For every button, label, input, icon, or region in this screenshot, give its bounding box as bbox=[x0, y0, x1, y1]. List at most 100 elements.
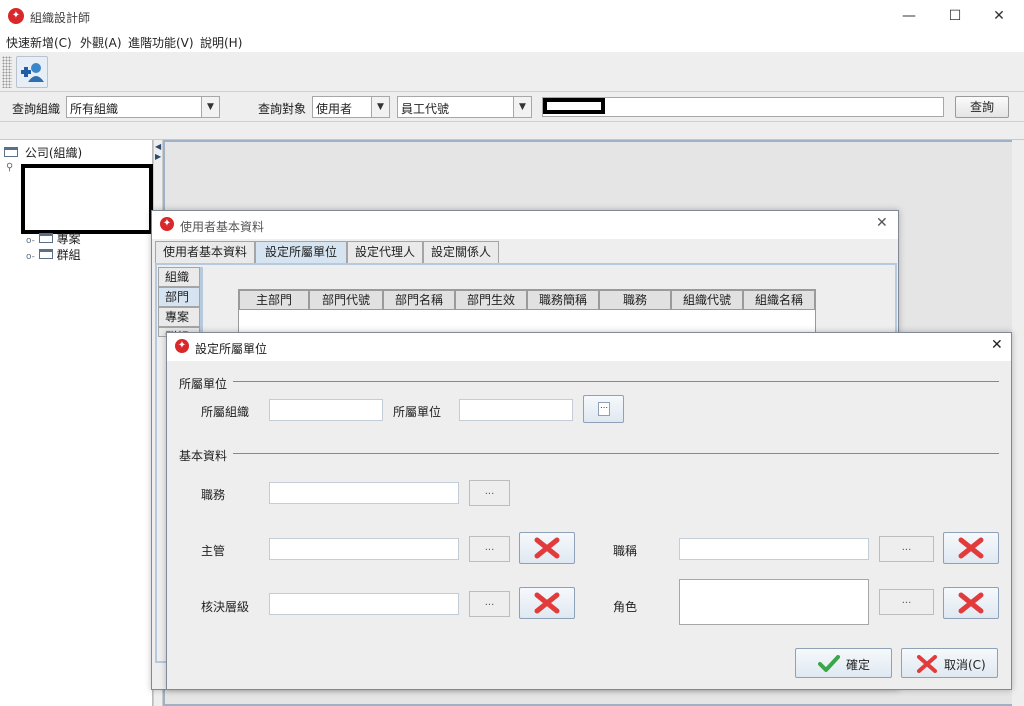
org-select[interactable]: 所有組織 ▼ bbox=[66, 96, 220, 118]
col-org-name[interactable]: 組織名稱 bbox=[743, 290, 815, 310]
target-select[interactable]: 使用者 ▼ bbox=[312, 96, 390, 118]
title-ellipsis-button[interactable]: ... bbox=[879, 536, 934, 562]
set-unit-dialog: ✦ 設定所屬單位 ✕ 所屬單位 所屬組織 所屬單位 ⋯ 基本資料 職務 ... … bbox=[166, 332, 1012, 690]
menu-appearance[interactable]: 外觀(A) bbox=[80, 34, 122, 51]
org-label: 所屬組織 bbox=[201, 405, 250, 419]
level-label: 核決層級 bbox=[201, 600, 250, 614]
chevron-down-icon: ▼ bbox=[513, 97, 531, 117]
col-position-short[interactable]: 職務簡稱 bbox=[527, 290, 599, 310]
col-position[interactable]: 職務 bbox=[599, 290, 671, 310]
app-logo-icon: ✦ bbox=[8, 8, 24, 24]
field-select-value: 員工代號 bbox=[401, 102, 450, 116]
menu-help[interactable]: 說明(H) bbox=[200, 34, 242, 51]
position-ellipsis-button[interactable]: ... bbox=[469, 480, 510, 506]
tree-item-label: 群組 bbox=[56, 248, 81, 262]
clear-title-button[interactable] bbox=[943, 532, 999, 564]
unit-field[interactable] bbox=[459, 399, 573, 421]
user-info-title: 使用者基本資料 bbox=[180, 220, 265, 234]
org-tree-panel: 公司(組織) ⚲ o- 專案 o- 群組 bbox=[0, 140, 153, 706]
close-icon[interactable]: ✕ bbox=[876, 215, 888, 231]
tree-item-project[interactable]: o- 專案 bbox=[26, 230, 81, 247]
tab-basic-info[interactable]: 使用者基本資料 bbox=[155, 241, 255, 263]
col-org-code[interactable]: 組織代號 bbox=[671, 290, 743, 310]
toolbar bbox=[0, 52, 1024, 92]
tree-root[interactable]: 公司(組織) bbox=[4, 144, 82, 161]
manager-field[interactable] bbox=[269, 538, 459, 560]
side-tab-org[interactable]: 組織 bbox=[158, 267, 200, 287]
collapse-left-icon[interactable]: ◀ bbox=[155, 142, 161, 151]
search-button[interactable]: 查詢 bbox=[955, 96, 1009, 118]
minimize-button[interactable]: — bbox=[886, 0, 932, 32]
section-divider bbox=[233, 381, 999, 382]
menu-quick-add[interactable]: 快速新增(C) bbox=[6, 34, 72, 51]
clear-x-icon bbox=[534, 537, 560, 559]
close-icon[interactable]: ✕ bbox=[991, 337, 1003, 353]
role-ellipsis-button[interactable]: ... bbox=[879, 589, 934, 615]
app-logo-icon: ✦ bbox=[160, 217, 174, 231]
redaction-box bbox=[543, 98, 605, 114]
section-basic-label: 基本資料 bbox=[179, 449, 228, 463]
cancel-button[interactable]: 取消(C) bbox=[901, 648, 998, 678]
tab-agent[interactable]: 設定代理人 bbox=[347, 241, 423, 263]
set-unit-title: 設定所屬單位 bbox=[195, 342, 268, 356]
cancel-button-label: 取消(C) bbox=[944, 658, 986, 672]
clear-x-icon bbox=[958, 537, 984, 559]
clear-level-button[interactable] bbox=[519, 587, 575, 619]
tree-expand-icon[interactable]: o- bbox=[26, 236, 35, 246]
role-label: 角色 bbox=[613, 600, 638, 614]
title-field[interactable] bbox=[679, 538, 869, 560]
side-tab-project[interactable]: 專案 bbox=[158, 307, 200, 327]
role-list[interactable] bbox=[679, 579, 869, 625]
ok-button[interactable]: 確定 bbox=[795, 648, 892, 678]
section-divider bbox=[233, 453, 999, 454]
level-field[interactable] bbox=[269, 593, 459, 615]
col-dept-effective[interactable]: 部門生效 bbox=[455, 290, 527, 310]
clear-manager-button[interactable] bbox=[519, 532, 575, 564]
clear-x-icon bbox=[958, 592, 984, 614]
field-select[interactable]: 員工代號 ▼ bbox=[397, 96, 532, 118]
chevron-down-icon: ▼ bbox=[371, 97, 389, 117]
tree-root-label: 公司(組織) bbox=[24, 146, 83, 160]
org-select-value: 所有組織 bbox=[70, 102, 119, 116]
tab-related-person[interactable]: 設定關係人 bbox=[423, 241, 499, 263]
redaction-box bbox=[21, 164, 153, 234]
expand-right-icon[interactable]: ▶ bbox=[155, 152, 161, 161]
manager-ellipsis-button[interactable]: ... bbox=[469, 536, 510, 562]
clear-x-icon bbox=[534, 592, 560, 614]
app-logo-icon: ✦ bbox=[175, 339, 189, 353]
manager-label: 主管 bbox=[201, 544, 226, 558]
folder-icon bbox=[38, 249, 53, 259]
folder-icon bbox=[4, 147, 18, 157]
ellipsis-icon: ⋯ bbox=[598, 402, 610, 416]
cancel-x-icon bbox=[917, 655, 937, 673]
browse-unit-button[interactable]: ⋯ bbox=[583, 395, 624, 423]
col-dept-code[interactable]: 部門代號 bbox=[309, 290, 383, 310]
menu-bar: 快速新增(C) 外觀(A) 進階功能(V) 說明(H) bbox=[0, 32, 1024, 52]
toolbar-grip[interactable] bbox=[2, 56, 12, 88]
query-bar: 查詢組織 所有組織 ▼ 查詢對象 使用者 ▼ 員工代號 ▼ 查詢 bbox=[0, 92, 1024, 122]
clear-role-button[interactable] bbox=[943, 587, 999, 619]
side-tab-dept[interactable]: 部門 bbox=[158, 287, 200, 307]
position-label: 職務 bbox=[201, 488, 226, 502]
menu-advanced[interactable]: 進階功能(V) bbox=[128, 34, 194, 51]
position-field[interactable] bbox=[269, 482, 459, 504]
chevron-down-icon: ▼ bbox=[201, 97, 219, 117]
tree-item-group[interactable]: o- 群組 bbox=[26, 246, 81, 263]
tree-expand-icon[interactable]: o- bbox=[26, 252, 35, 262]
maximize-button[interactable]: ☐ bbox=[932, 0, 978, 32]
level-ellipsis-button[interactable]: ... bbox=[469, 591, 510, 617]
window-title: 組織設計師 bbox=[30, 11, 91, 25]
status-strip bbox=[0, 122, 1024, 140]
col-main-dept[interactable]: 主部門 bbox=[239, 290, 309, 310]
tree-item-label: 專案 bbox=[56, 232, 81, 246]
add-user-button[interactable] bbox=[16, 56, 48, 88]
folder-icon bbox=[38, 233, 53, 243]
tab-unit-settings[interactable]: 設定所屬單位 bbox=[255, 241, 347, 263]
col-dept-name[interactable]: 部門名稱 bbox=[383, 290, 455, 310]
target-query-label: 查詢對象 bbox=[258, 102, 307, 116]
target-select-value: 使用者 bbox=[316, 102, 353, 116]
user-info-titlebar: ✦ 使用者基本資料 ✕ bbox=[152, 211, 898, 239]
set-unit-titlebar: ✦ 設定所屬單位 ✕ bbox=[167, 333, 1011, 361]
org-field[interactable] bbox=[269, 399, 383, 421]
close-button[interactable]: ✕ bbox=[976, 0, 1022, 32]
